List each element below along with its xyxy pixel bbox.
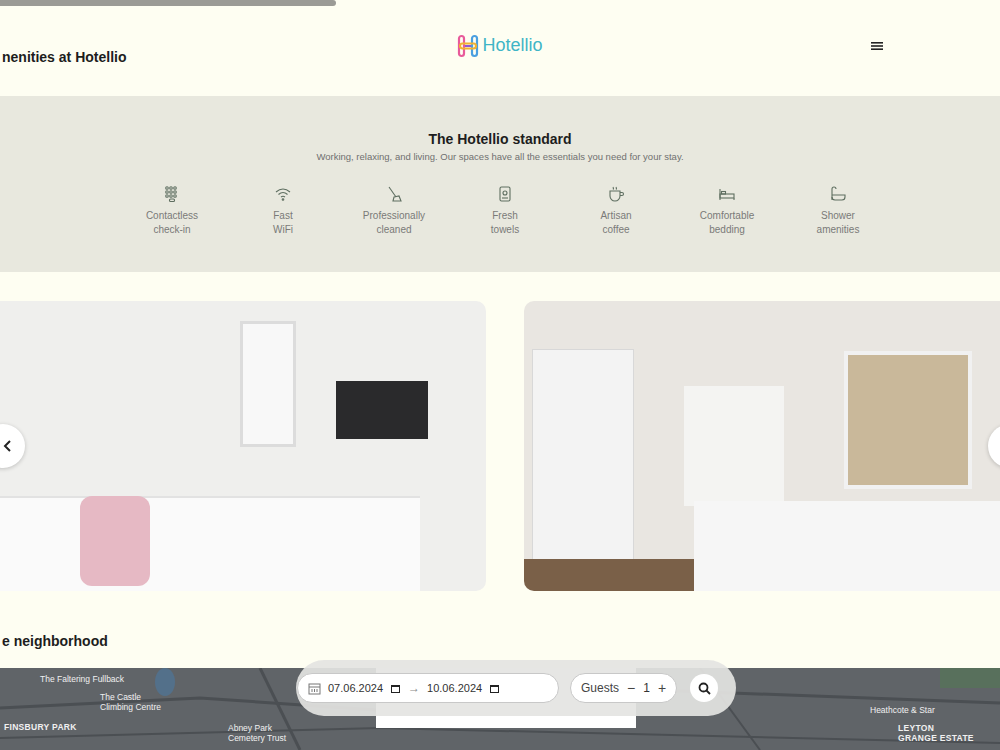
check-out-date[interactable]: 10.06.2024 — [427, 682, 482, 694]
magnifier-icon — [698, 682, 711, 695]
increase-guests-button[interactable]: + — [658, 680, 666, 696]
amenity-list: Contactlesscheck-in FastWiFi Professiona… — [0, 185, 1000, 237]
date-picker-icon[interactable] — [489, 683, 500, 694]
logo[interactable]: Hotellio — [457, 34, 542, 58]
logo-text: Hotellio — [482, 35, 542, 56]
room-photo — [524, 301, 1000, 591]
header: nenities at Hotellio Hotellio — [0, 0, 1000, 96]
guests-label: Guests — [581, 681, 619, 695]
amenity-item: Freshtowels — [450, 185, 561, 237]
check-in-date[interactable]: 07.06.2024 — [328, 682, 383, 694]
map-label: Abney ParkCemetery Trust — [228, 723, 286, 743]
chevron-left-icon — [1, 439, 15, 453]
page: nenities at Hotellio Hotellio The Hotell… — [0, 0, 1000, 750]
map-label: The Faltering Fullback — [40, 674, 124, 684]
amenity-label: FastWiFi — [273, 209, 293, 237]
amenity-item: FastWiFi — [228, 185, 339, 237]
section-title: nenities at Hotellio — [0, 31, 457, 65]
coffee-cup-icon — [607, 185, 625, 203]
amenity-label: Showeramenities — [817, 209, 860, 237]
standard-section: The Hotellio standard Working, relaxing,… — [0, 96, 1000, 272]
amenity-label: Professionallycleaned — [363, 209, 425, 237]
standard-subtitle: Working, relaxing, and living. Our space… — [0, 150, 1000, 163]
date-picker-icon[interactable] — [390, 683, 401, 694]
room-photo — [0, 301, 486, 591]
guest-count: 1 — [643, 681, 650, 695]
decrease-guests-button[interactable]: − — [627, 680, 635, 696]
map-label: FINSBURY PARK — [4, 722, 77, 732]
search-button[interactable] — [690, 674, 718, 702]
date-range-field[interactable]: 07.06.2024 → 10.06.2024 — [297, 673, 559, 703]
wifi-icon — [274, 185, 292, 203]
amenity-label: Contactlesscheck-in — [146, 209, 198, 237]
keypad-icon — [163, 185, 181, 203]
mop-icon — [385, 185, 403, 203]
menu-icon[interactable] — [870, 40, 884, 52]
guests-field: Guests − 1 + — [570, 673, 677, 703]
neighborhood-section: e neighborhood — [0, 591, 1000, 668]
range-arrow: → — [408, 681, 420, 695]
amenity-item: Comfortablebedding — [672, 185, 783, 237]
scroll-progress — [0, 0, 336, 6]
bed-icon — [718, 185, 736, 203]
calendar-icon — [308, 682, 321, 695]
amenity-item: Artisancoffee — [561, 185, 672, 237]
map-label: The CastleClimbing Centre — [100, 692, 161, 712]
map-label: LEYTONGRANGE ESTATE — [898, 723, 974, 743]
map-label: Heathcote & Star — [870, 705, 935, 715]
amenity-label: Comfortablebedding — [700, 209, 754, 237]
amenity-label: Artisancoffee — [600, 209, 631, 237]
bathtub-icon — [829, 185, 847, 203]
amenity-label: Freshtowels — [491, 209, 519, 237]
neighborhood-title: e neighborhood — [0, 632, 1000, 650]
search-bar: 07.06.2024 → 10.06.2024 Guests − 1 + — [296, 660, 736, 716]
amenity-item: Contactlesscheck-in — [117, 185, 228, 237]
amenity-item: Showeramenities — [783, 185, 894, 237]
standard-title: The Hotellio standard — [0, 130, 1000, 148]
amenity-item: Professionallycleaned — [339, 185, 450, 237]
logo-h-icon — [457, 34, 479, 58]
towel-icon — [496, 185, 514, 203]
photo-gallery — [0, 301, 1000, 591]
